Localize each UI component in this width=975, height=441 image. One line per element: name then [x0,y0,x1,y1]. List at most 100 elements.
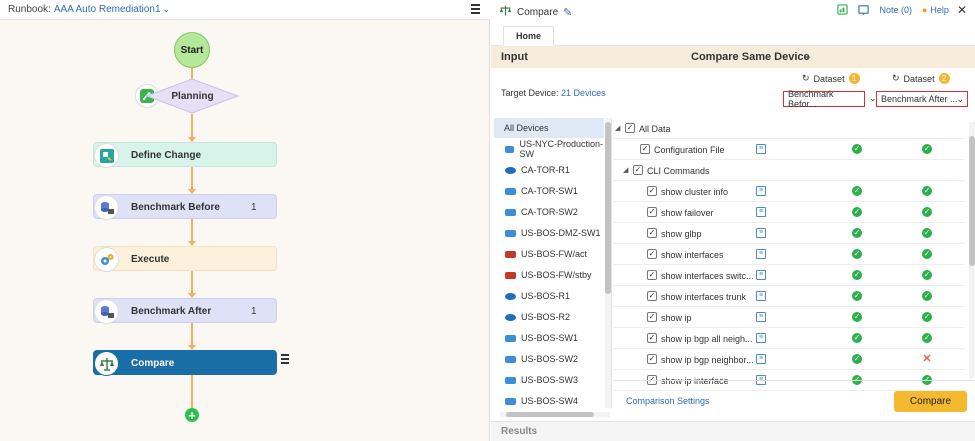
device-item-all[interactable]: All Devices [494,118,604,138]
details-icon[interactable]: ≡ [756,228,766,238]
checkbox[interactable]: ✓ [633,165,643,175]
dataset2-header: ↻ Dataset 2 [892,73,950,84]
device-name: US-BOS-SW1 [521,333,579,343]
tree-row[interactable]: ✓ show ip bgp neighbor... ≡ ✓ ✕ [613,349,965,370]
checkbox[interactable]: ✓ [647,207,657,217]
device-item[interactable]: US-BOS-R2 [494,307,604,327]
results-label: Results [501,426,538,437]
compare-button[interactable]: Compare [894,391,967,412]
details-icon[interactable]: ≡ [756,249,766,259]
flow-node-benchmark-after[interactable]: Benchmark After 1 [93,298,277,324]
tree-row[interactable]: ✓ show interfaces trunk ≡ ✓ ✓ [613,286,965,307]
runbook-selector[interactable]: AAA Auto Remediation1 [54,4,161,15]
checkbox[interactable]: ✓ [625,123,635,133]
success-check-icon: ✓ [922,144,932,154]
comparison-settings-link[interactable]: Comparison Settings [626,396,710,406]
checkbox[interactable]: ✓ [647,270,657,280]
tree-row[interactable]: ✓ show ip ≡ ✓ ✓ [613,307,965,328]
results-section[interactable]: Results [491,421,975,441]
details-icon[interactable]: ≡ [756,207,766,217]
tree-row[interactable]: ✓ show interfaces switc... ≡ ✓ ✓ [613,265,965,286]
success-check-icon: ✓ [852,186,862,196]
success-check-icon: ✓ [852,312,862,322]
tree-row[interactable]: ◢ ✓ CLI Commands [613,160,965,181]
data-tree-scrollbar[interactable] [969,122,975,378]
device-item[interactable]: US-BOS-SW4 [494,391,604,411]
checkbox[interactable]: ✓ [640,144,650,154]
device-item[interactable]: US-BOS-SW3 [494,370,604,390]
node-menu-icon[interactable] [281,354,289,366]
device-item[interactable]: US-BOS-R1 [494,286,604,306]
success-check-icon: ✓ [852,207,862,217]
device-item[interactable]: CA-TOR-R1 [494,160,604,180]
device-item[interactable]: US-BOS-SW1 [494,328,604,348]
device-item[interactable]: US-BOS-SW2 [494,349,604,369]
tab-home[interactable]: Home [503,26,555,46]
help-icon[interactable]: ● [922,5,927,15]
planning-node[interactable]: Planning [145,78,240,114]
flow-node-benchmark-before[interactable]: Benchmark Before 1 [93,194,277,220]
close-icon[interactable]: ✕ [957,3,967,17]
node-count: 1 [251,202,257,213]
window-icon[interactable] [858,4,870,17]
tree-row[interactable]: ✓ show glbp ≡ ✓ ✓ [613,223,965,244]
flow-node-execute[interactable]: Execute [93,246,277,272]
dataset1-badge: 1 [848,73,860,84]
tree-label: show glbp [661,229,702,239]
checkbox[interactable]: ✓ [647,333,657,343]
details-icon[interactable]: ≡ [756,270,766,280]
export-icon[interactable] [837,3,849,17]
switch-icon [505,376,516,384]
start-node[interactable]: Start [174,32,210,68]
input-label: Input [501,51,528,63]
device-list-scrollbar[interactable] [605,118,611,408]
tree-row[interactable]: ✓ show cluster info ≡ ✓ ✓ [613,181,965,202]
flow-node-compare[interactable]: Compare [93,350,277,376]
note-link[interactable]: Note (0) [879,5,912,15]
runbook-panel: Runbook: AAA Auto Remediation1 ⌄ Start P… [0,0,490,441]
tree-row[interactable]: ◢ ✓ All Data [613,118,965,139]
device-item[interactable]: US-BOS-DMZ-SW1 [494,223,604,243]
checkbox[interactable]: ✓ [647,186,657,196]
flow-connector [191,219,193,242]
details-icon[interactable]: ≡ [756,333,766,343]
chevron-down-icon[interactable]: ⌄ [163,4,171,15]
device-item[interactable]: US-BOS-FW/act [494,244,604,264]
dataset2-select[interactable]: Benchmark After ... ⌄ [876,91,968,107]
help-link[interactable]: Help [930,5,949,15]
details-icon[interactable]: ≡ [756,312,766,322]
expand-toggle-icon[interactable]: ◢ [623,166,628,174]
tree-row[interactable]: ✓ show interfaces ≡ ✓ ✓ [613,244,965,265]
checkbox[interactable]: ✓ [647,291,657,301]
checkbox[interactable]: ✓ [647,312,657,322]
edit-pencil-icon[interactable]: ✎ [563,6,572,19]
checkbox[interactable]: ✓ [647,228,657,238]
device-item[interactable]: CA-TOR-SW2 [494,202,604,222]
refresh-icon[interactable]: ↻ [802,73,810,84]
dataset1-select[interactable]: Benchmark Befor... [783,89,865,109]
add-node-plus-icon[interactable]: + [185,408,199,422]
flow-connector [191,271,193,294]
refresh-icon[interactable]: ↻ [892,73,900,84]
tree-row[interactable]: ✓ show failover ≡ ✓ ✓ [613,202,965,223]
details-icon[interactable]: ≡ [756,291,766,301]
compare-mode-select[interactable]: Compare Same Device [691,51,810,63]
tree-label: show ip bgp all neigh... [661,334,753,344]
checkbox[interactable]: ✓ [647,249,657,259]
tree-row[interactable]: ✓ show ip bgp all neigh... ≡ ✓ ✓ [613,328,965,349]
device-item[interactable]: CA-TOR-SW1 [494,181,604,201]
checkbox[interactable]: ✓ [647,354,657,364]
chevron-down-icon[interactable]: ⌄ [804,51,812,62]
device-list-hscrollbar[interactable] [500,412,610,417]
device-item[interactable]: US-BOS-FW/stby [494,265,604,285]
details-icon[interactable]: ≡ [756,186,766,196]
success-check-icon: ✓ [922,207,932,217]
details-icon[interactable]: ≡ [756,144,766,154]
hamburger-menu-icon[interactable] [471,4,480,14]
tree-row[interactable]: ✓ Configuration File ≡ ✓ ✓ [613,139,965,160]
expand-toggle-icon[interactable]: ◢ [615,124,620,132]
details-icon[interactable]: ≡ [756,354,766,364]
target-device-link[interactable]: 21 Devices [561,88,606,98]
device-item[interactable]: US-NYC-Production-SW [494,139,604,159]
flow-node-define-change[interactable]: Define Change [93,142,277,168]
